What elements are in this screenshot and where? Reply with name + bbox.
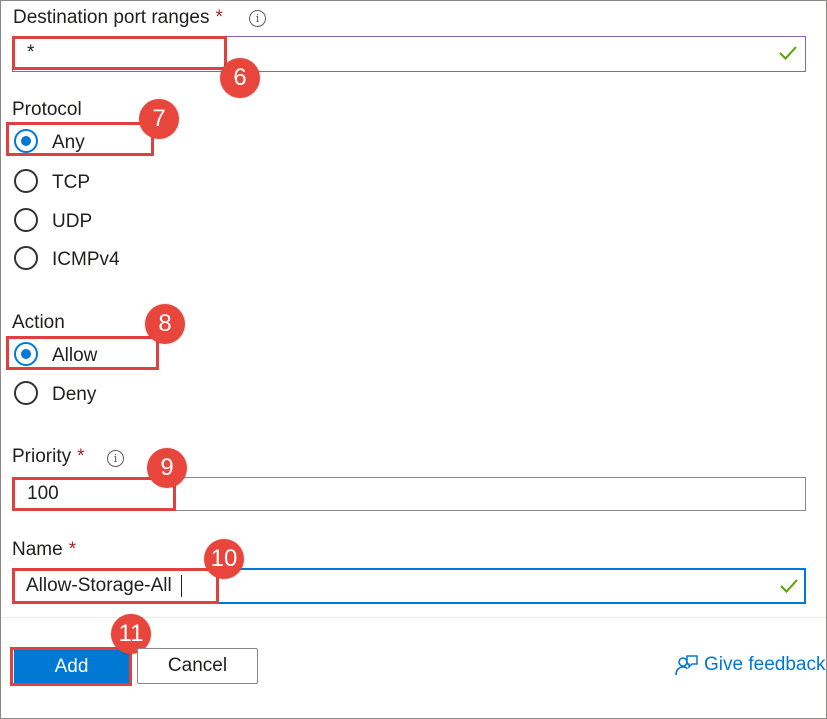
callout-badge-8: 8	[145, 304, 185, 344]
protocol-label: Protocol	[12, 99, 82, 120]
info-icon[interactable]: i	[249, 10, 266, 27]
radio-button[interactable]	[14, 169, 38, 193]
callout-badge-9: 9	[147, 448, 187, 488]
callout-badge-6: 6	[220, 58, 260, 98]
radio-label: TCP	[52, 172, 90, 193]
action-label: Action	[12, 312, 65, 333]
required-mark: *	[77, 446, 85, 467]
radio-button[interactable]	[14, 246, 38, 270]
callout-box-7	[6, 122, 154, 156]
protocol-option-tcp[interactable]: TCP	[14, 169, 214, 197]
info-icon[interactable]: i	[107, 450, 124, 467]
required-mark: *	[215, 7, 223, 28]
protocol-option-icmpv4[interactable]: ICMPv4	[14, 246, 214, 274]
required-mark: *	[68, 539, 77, 560]
callout-badge-7: 7	[139, 99, 179, 139]
radio-button[interactable]	[14, 381, 38, 405]
protocol-option-udp[interactable]: UDP	[14, 208, 214, 236]
give-feedback-label: Give feedback	[704, 654, 826, 675]
callout-box-9	[12, 477, 176, 511]
radio-label: Deny	[52, 384, 97, 405]
callout-box-8	[6, 336, 159, 370]
callout-badge-10: 10	[204, 539, 244, 579]
name-label: Name *	[12, 539, 77, 560]
radio-label: ICMPv4	[52, 249, 120, 270]
cancel-button[interactable]: Cancel	[137, 648, 258, 684]
check-icon	[779, 46, 797, 60]
callout-box-6	[12, 36, 227, 70]
callout-box-10	[12, 568, 219, 604]
priority-label: Priority *	[12, 446, 85, 467]
radio-label: UDP	[52, 211, 93, 232]
callout-box-11	[10, 647, 132, 686]
action-option-deny[interactable]: Deny	[14, 381, 214, 409]
give-feedback-link[interactable]: Give feedback	[674, 652, 827, 680]
feedback-icon	[675, 655, 698, 676]
destination-port-label: Destination port ranges *	[13, 7, 223, 28]
check-icon	[780, 579, 798, 593]
radio-button[interactable]	[14, 208, 38, 232]
